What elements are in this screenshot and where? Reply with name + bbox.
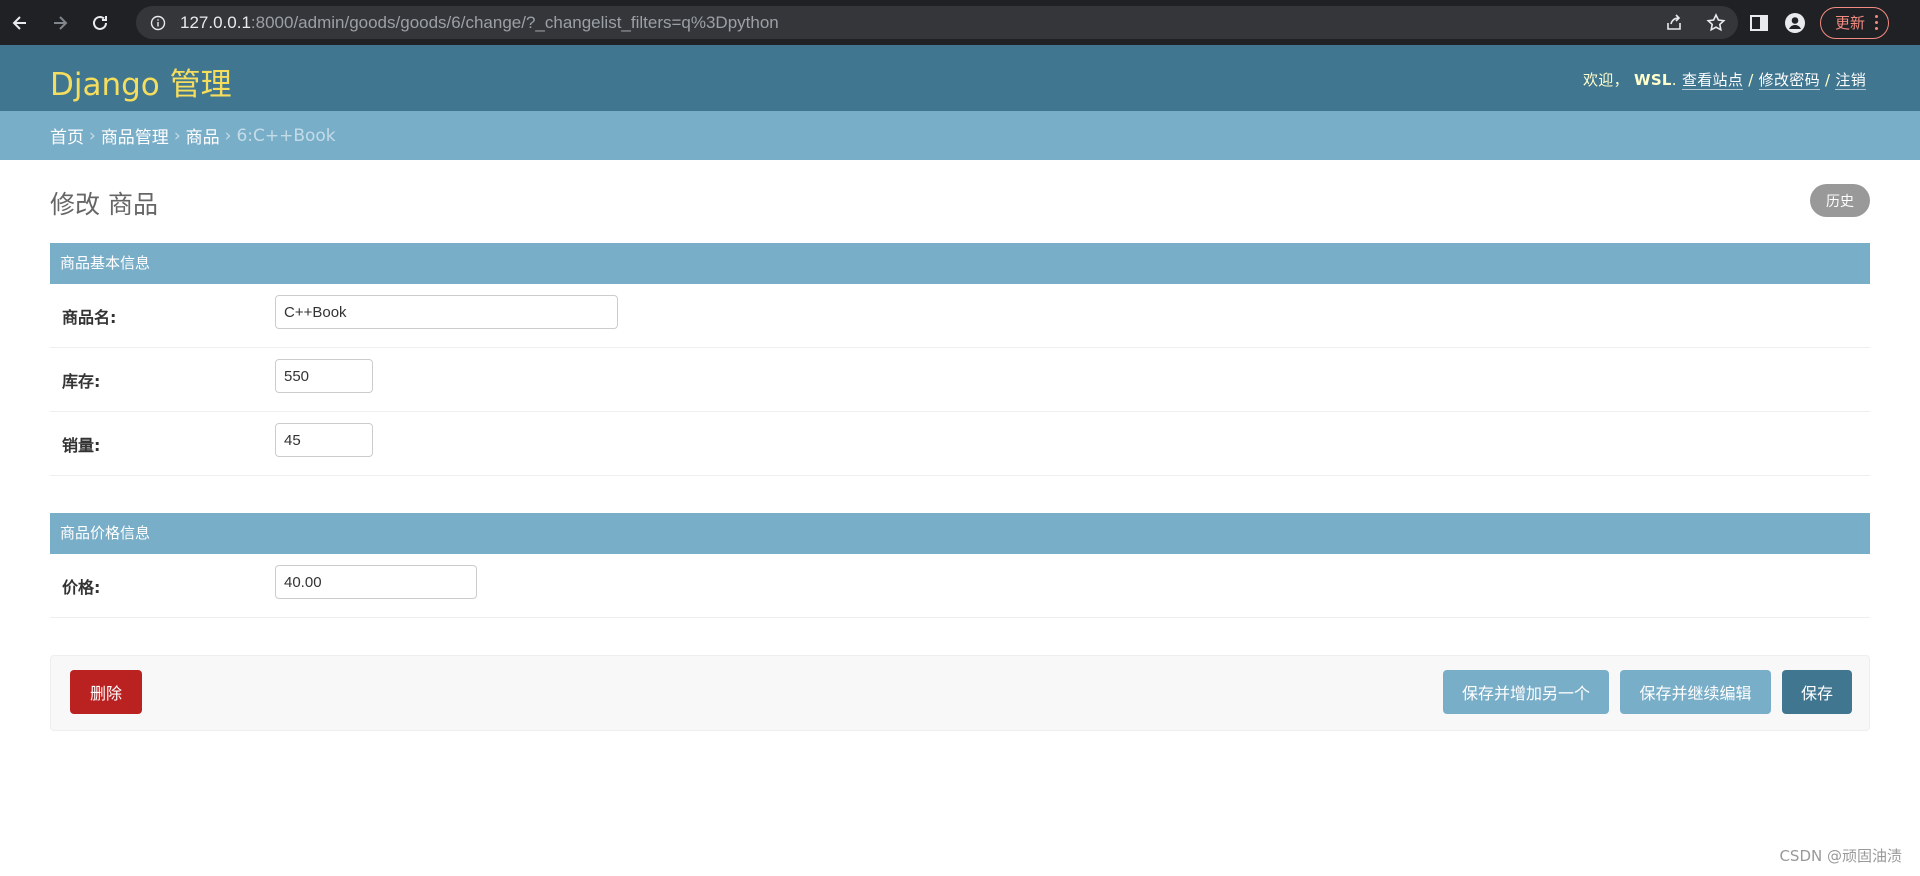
logout-link[interactable]: 注销	[1835, 71, 1866, 90]
sales-input[interactable]	[275, 423, 373, 457]
price-label: 价格:	[62, 578, 101, 597]
reload-button[interactable]	[80, 0, 120, 45]
arrow-left-icon	[12, 15, 26, 30]
price-input[interactable]	[275, 565, 477, 599]
separator: /	[1748, 71, 1754, 89]
view-site-link[interactable]: 查看站点	[1681, 71, 1744, 90]
side-panel-icon[interactable]	[1748, 12, 1770, 34]
delete-button[interactable]: 删除	[70, 670, 142, 714]
page-title: 修改 商品	[50, 190, 158, 219]
breadcrumb-arrow: ›	[89, 125, 96, 146]
name-input[interactable]	[275, 295, 618, 329]
history-button[interactable]: 历史	[1810, 184, 1870, 217]
save-add-another-button[interactable]: 保存并增加另一个	[1443, 670, 1609, 714]
save-continue-button[interactable]: 保存并继续编辑	[1620, 670, 1771, 714]
fieldset-title: 商品价格信息	[50, 513, 1870, 554]
breadcrumb-model[interactable]: 商品	[186, 123, 220, 148]
info-icon[interactable]	[150, 15, 166, 31]
fieldset-title: 商品基本信息	[50, 243, 1870, 284]
change-password-link[interactable]: 修改密码	[1758, 71, 1820, 90]
stock-input[interactable]	[275, 359, 373, 393]
arrow-right-icon	[54, 15, 68, 30]
username: WSL	[1633, 71, 1672, 89]
submit-row: 删除 保存并增加另一个 保存并继续编辑 保存	[50, 655, 1870, 731]
form-row-sales: 销量:	[50, 412, 1870, 476]
stock-label: 库存:	[62, 372, 101, 391]
update-label: 更新	[1835, 14, 1866, 32]
form-row-stock: 库存:	[50, 348, 1870, 412]
form-row-price: 价格:	[50, 554, 1870, 618]
welcome-text: 欢迎，	[1583, 71, 1629, 89]
url-text[interactable]: 127.0.0.1:8000/admin/goods/goods/6/chang…	[180, 13, 779, 33]
breadcrumb-app[interactable]: 商品管理	[101, 123, 169, 148]
sales-label: 销量:	[62, 436, 101, 455]
url-host: 127.0.0.1	[180, 12, 251, 32]
breadcrumb-home[interactable]: 首页	[50, 123, 84, 148]
breadcrumb: 首页 › 商品管理 › 商品 › 6:C++Book	[0, 111, 1920, 160]
name-label: 商品名:	[62, 308, 117, 327]
update-button[interactable]: 更新	[1820, 6, 1890, 39]
fieldset-basic-info: 商品基本信息 商品名: 库存: 销量:	[50, 243, 1870, 476]
breadcrumb-current: 6:C++Book	[236, 125, 336, 146]
share-icon[interactable]	[1664, 13, 1684, 33]
more-menu-icon	[1875, 15, 1879, 30]
site-branding[interactable]: Django 管理	[50, 59, 232, 104]
username-period: .	[1671, 71, 1677, 89]
forward-button[interactable]	[40, 0, 80, 45]
breadcrumb-arrow: ›	[173, 125, 181, 146]
form-row-name: 商品名:	[50, 284, 1870, 348]
user-tools: 欢迎， WSL. 查看站点 / 修改密码 / 注销	[1583, 69, 1866, 90]
browser-toolbar: 127.0.0.1:8000/admin/goods/goods/6/chang…	[0, 0, 1920, 45]
star-icon[interactable]	[1706, 12, 1726, 33]
fieldset-price-info: 商品价格信息 价格:	[50, 513, 1870, 618]
watermark: CSDN @顽固油渍	[1779, 847, 1902, 865]
reload-icon	[93, 15, 107, 30]
address-bar[interactable]: 127.0.0.1:8000/admin/goods/goods/6/chang…	[136, 6, 1738, 39]
save-button[interactable]: 保存	[1782, 670, 1852, 714]
admin-header: Django 管理 欢迎， WSL. 查看站点 / 修改密码 / 注销	[0, 45, 1920, 111]
separator: /	[1824, 71, 1831, 89]
back-button[interactable]	[0, 0, 40, 45]
profile-icon[interactable]	[1784, 12, 1806, 34]
url-path: :8000/admin/goods/goods/6/change/?_chang…	[250, 12, 779, 32]
breadcrumb-arrow: ›	[224, 125, 232, 146]
